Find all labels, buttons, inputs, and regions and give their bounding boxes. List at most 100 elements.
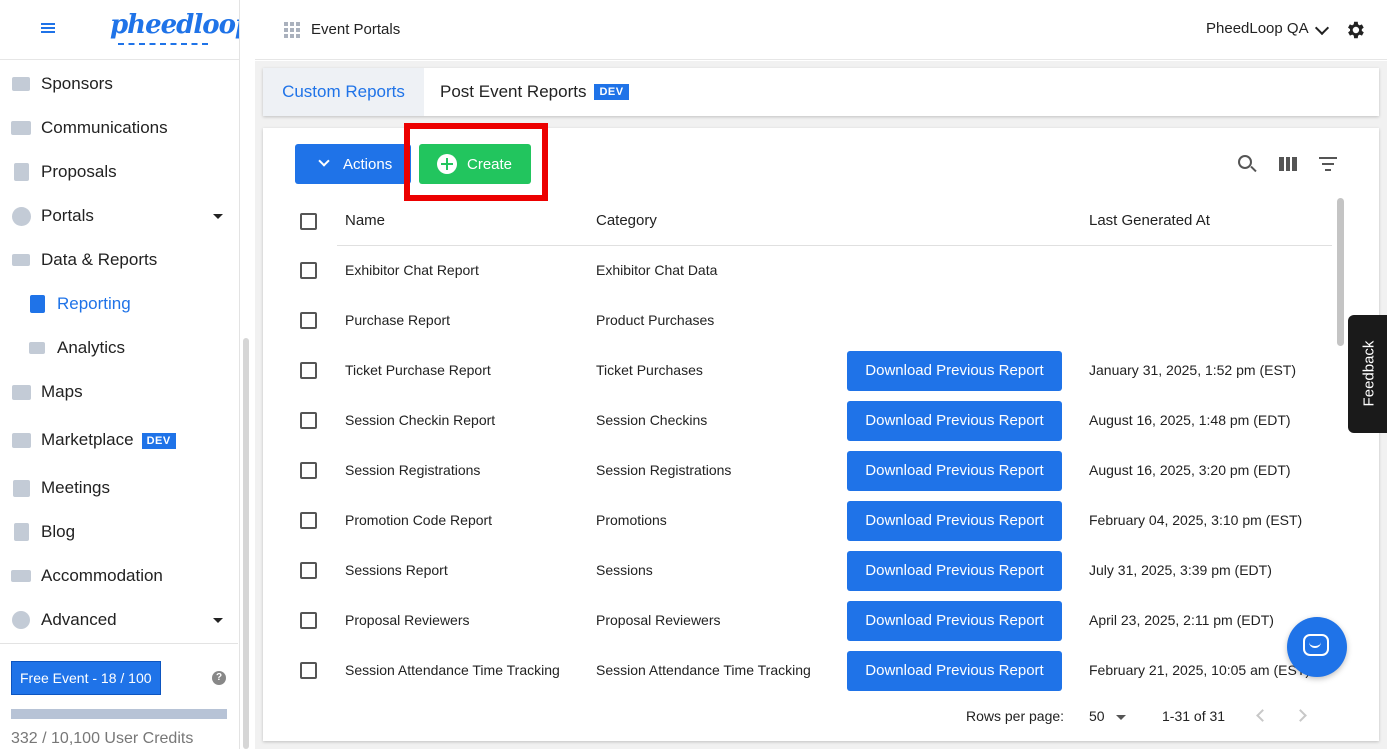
sidebar-header: pheedloop [0,0,239,60]
next-page-icon[interactable] [1294,709,1307,722]
sidebar-item-blog[interactable]: Blog [0,512,238,552]
help-icon[interactable]: ? [212,671,226,685]
table-row[interactable]: Proposal Reviewers Proposal Reviewers Down… [263,596,1333,646]
chevron-down-icon[interactable] [1116,715,1126,720]
download-previous-report-button[interactable]: Download Previous Report [847,651,1062,691]
sponsor-icon [11,75,31,93]
reports-card: Actions Create Name Category Last Genera… [263,123,1379,741]
chevron-down-icon [318,155,330,167]
credits-text: 332 / 10,100 User Credits [11,730,194,747]
download-previous-report-button[interactable]: Download Previous Report [847,351,1062,391]
menu-icon[interactable] [41,21,55,37]
table-row[interactable]: Purchase Report Product Purchases [263,296,1333,346]
sidebar-item-advanced[interactable]: Advanced [0,600,238,640]
sidebar-item-accommodation[interactable]: Accommodation [0,556,238,596]
top-bar: Event Portals PheedLoop QA [255,0,1387,60]
plan-badge[interactable]: Free Event - 18 / 100 [11,661,161,695]
sidebar-item-label: Maps [41,382,83,401]
sidebar-item-proposals[interactable]: Proposals [0,152,238,192]
row-checkbox[interactable] [300,412,317,429]
actions-button[interactable]: Actions [295,144,411,184]
sidebar-item-sponsors[interactable]: Sponsors [0,64,238,104]
table-row[interactable]: Ticket Purchase Report Ticket Purchases Do… [263,346,1333,396]
tab-custom-reports[interactable]: Custom Reports [263,68,424,116]
row-checkbox[interactable] [300,512,317,529]
report-name: Session Attendance Time Tracking [345,662,560,678]
sidebar-item-maps[interactable]: Maps [0,372,238,412]
report-category: Session Registrations [596,462,732,478]
row-checkbox[interactable] [300,362,317,379]
row-checkbox[interactable] [300,562,317,579]
previous-page-icon[interactable] [1256,709,1269,722]
cart-icon [11,431,31,449]
table-row[interactable]: Session Checkin Report Session Checkins Do… [263,396,1333,446]
table-row[interactable]: Session Attendance Time Tracking Session … [263,646,1333,696]
column-header-name[interactable]: Name [345,212,385,229]
columns-icon[interactable] [1279,157,1298,171]
sidebar-item-data-reports[interactable]: Data & Reports [0,240,238,280]
blog-icon [11,523,31,541]
download-previous-report-button[interactable]: Download Previous Report [847,601,1062,641]
pheedloop-logo[interactable]: pheedloop [110,10,239,40]
filter-icon[interactable] [1319,157,1337,175]
sidebar-item-marketplace[interactable]: Marketplace DEV [0,420,238,460]
table-row[interactable]: Exhibitor Chat Report Exhibitor Chat Data [263,246,1333,296]
report-name: Session Checkin Report [345,412,496,428]
select-all-checkbox[interactable] [300,213,317,230]
row-checkbox[interactable] [300,312,317,329]
sidebar-item-portals[interactable]: Portals [0,196,238,236]
document-icon [11,163,31,181]
sidebar-item-communications[interactable]: Communications [0,108,238,148]
pagination-range: 1-31 of 31 [1162,708,1226,724]
report-category: Product Purchases [596,312,715,328]
download-previous-report-button[interactable]: Download Previous Report [847,501,1062,541]
page-title: Event Portals [311,21,401,38]
sidebar-item-label: Portals [41,206,94,225]
last-generated-at: January 31, 2025, 1:52 pm (EST) [1089,362,1296,378]
column-header-last-generated[interactable]: Last Generated At [1089,212,1210,229]
report-name: Sessions Report [345,562,448,578]
sidebar-item-label: Meetings [41,478,110,497]
org-selector[interactable]: PheedLoop QA [1206,20,1309,37]
table-scrollbar[interactable] [1337,198,1344,346]
download-previous-report-button[interactable]: Download Previous Report [847,551,1062,591]
sidebar-item-analytics[interactable]: Analytics [0,328,238,368]
logo-underline [118,43,208,45]
table-row[interactable]: Promotion Code Report Promotions Download … [263,496,1333,546]
analytics-icon [27,339,47,357]
sidebar-item-label: Marketplace DEV [41,430,176,450]
sidebar-item-reporting[interactable]: Reporting [0,284,238,324]
tab-post-event-reports[interactable]: Post Event Reports DEV [440,68,629,116]
report-category: Promotions [596,512,667,528]
mail-icon [11,119,31,137]
row-checkbox[interactable] [300,262,317,279]
sidebar-scrollbar[interactable] [243,338,249,749]
search-icon[interactable] [1238,155,1252,169]
sidebar-item-label: Reporting [57,294,131,313]
table-row[interactable]: Session Registrations Session Registratio… [263,446,1333,496]
sidebar-item-meetings[interactable]: Meetings [0,468,238,508]
feedback-tab[interactable]: Feedback [1348,315,1387,433]
rows-per-page-select[interactable]: 50 [1089,708,1105,724]
report-tabs: Custom Reports Post Event Reports DEV [263,68,1379,116]
download-previous-report-button[interactable]: Download Previous Report [847,451,1062,491]
apps-grid-icon[interactable] [284,22,300,38]
settings-gear-icon[interactable] [1344,19,1366,41]
column-header-category[interactable]: Category [596,212,657,229]
last-generated-at: April 23, 2025, 2:11 pm (EDT) [1089,612,1274,628]
sidebar-item-label: Accommodation [41,566,163,585]
chat-button[interactable] [1287,617,1347,677]
sidebar: pheedloop Sponsors Communications Propos… [0,0,240,749]
report-category: Exhibitor Chat Data [596,262,718,278]
row-checkbox[interactable] [300,662,317,679]
chevron-down-icon[interactable] [1314,20,1330,36]
row-checkbox[interactable] [300,462,317,479]
last-generated-at: February 21, 2025, 10:05 am (EST) [1089,662,1310,678]
rows-per-page-label: Rows per page: [966,708,1065,724]
sidebar-item-label: Blog [41,522,76,541]
report-category: Session Checkins [596,412,708,428]
download-previous-report-button[interactable]: Download Previous Report [847,401,1062,441]
report-category: Proposal Reviewers [596,612,721,628]
table-row[interactable]: Sessions Report Sessions Download Previous… [263,546,1333,596]
row-checkbox[interactable] [300,612,317,629]
